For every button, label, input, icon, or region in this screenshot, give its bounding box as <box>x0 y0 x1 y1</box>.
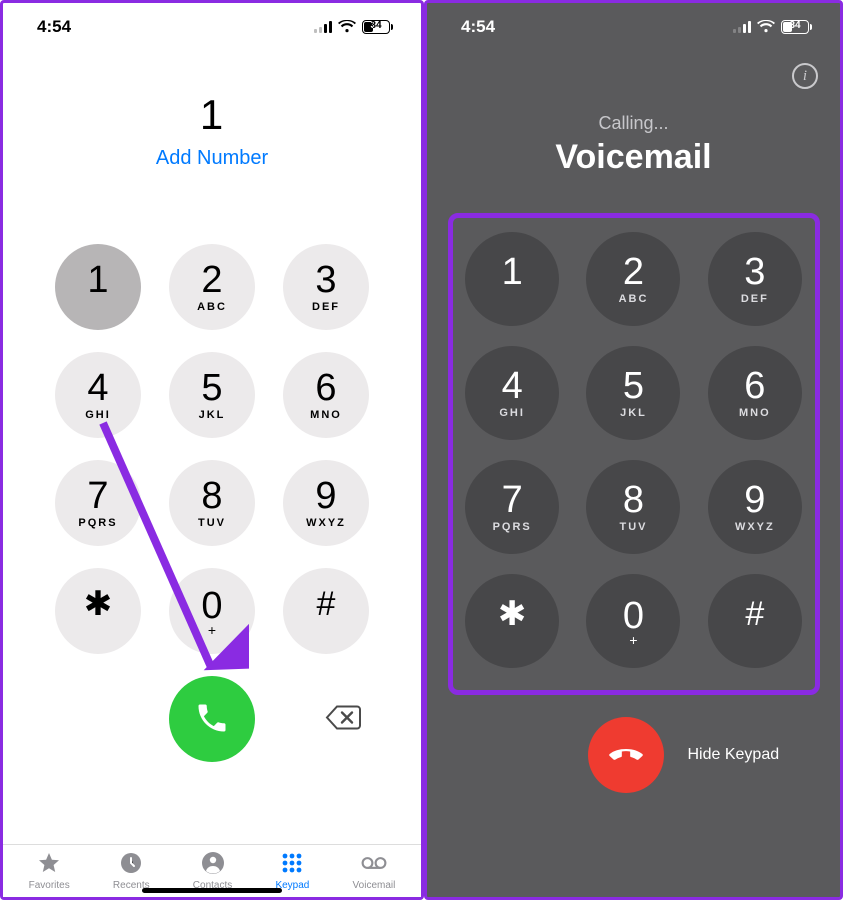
dialer-screen: 4:54 34 1 Add Number 1 2ABC 3DEF 4GHI 5J… <box>0 0 424 900</box>
cellular-signal-icon <box>314 21 332 33</box>
key-6[interactable]: 6MNO <box>708 346 802 440</box>
star-icon <box>36 851 62 878</box>
home-indicator <box>142 888 282 893</box>
phone-down-icon <box>606 734 646 777</box>
incall-screen: 4:54 34 i Calling... Voicemail 1 2ABC 3D… <box>424 0 843 900</box>
callee-name: Voicemail <box>427 138 840 177</box>
call-status: Calling... <box>427 113 840 134</box>
status-icons: 34 <box>314 20 393 34</box>
key-6[interactable]: 6MNO <box>283 352 369 438</box>
hide-keypad-button[interactable]: Hide Keypad <box>688 746 798 764</box>
delete-button[interactable] <box>325 704 363 735</box>
clock-icon <box>118 851 144 878</box>
voicemail-icon <box>361 851 387 878</box>
dialer-display: 1 Add Number <box>3 91 421 170</box>
key-0[interactable]: 0+ <box>169 568 255 654</box>
key-5[interactable]: 5JKL <box>586 346 680 440</box>
phone-icon <box>194 700 230 739</box>
info-button[interactable]: i <box>792 63 818 89</box>
key-2[interactable]: 2ABC <box>586 232 680 326</box>
key-2[interactable]: 2ABC <box>169 244 255 330</box>
key-star[interactable]: ✱ <box>465 574 559 668</box>
status-bar: 4:54 34 <box>3 3 421 41</box>
key-7[interactable]: 7PQRS <box>465 460 559 554</box>
key-3[interactable]: 3DEF <box>283 244 369 330</box>
key-1[interactable]: 1 <box>55 244 141 330</box>
key-4[interactable]: 4GHI <box>465 346 559 440</box>
incall-keypad: 1 2ABC 3DEF 4GHI 5JKL 6MNO 7PQRS 8TUV 9W… <box>448 213 820 695</box>
status-bar: 4:54 34 <box>427 3 840 41</box>
wifi-icon <box>338 20 356 34</box>
key-3[interactable]: 3DEF <box>708 232 802 326</box>
status-time: 4:54 <box>461 17 495 37</box>
call-row <box>3 676 421 762</box>
key-hash[interactable]: # <box>708 574 802 668</box>
end-call-button[interactable] <box>588 717 664 793</box>
key-9[interactable]: 9WXYZ <box>283 460 369 546</box>
key-5[interactable]: 5JKL <box>169 352 255 438</box>
key-1[interactable]: 1 <box>465 232 559 326</box>
add-number-button[interactable]: Add Number <box>156 147 268 170</box>
key-8[interactable]: 8TUV <box>169 460 255 546</box>
wifi-icon <box>757 20 775 34</box>
incall-actions: Hide Keypad <box>427 717 840 793</box>
call-header: Calling... Voicemail <box>427 113 840 177</box>
person-circle-icon <box>200 851 226 878</box>
battery-icon: 34 <box>781 20 812 34</box>
key-7[interactable]: 7PQRS <box>55 460 141 546</box>
info-icon: i <box>803 68 807 85</box>
status-icons: 34 <box>733 20 812 34</box>
key-9[interactable]: 9WXYZ <box>708 460 802 554</box>
key-hash[interactable]: # <box>283 568 369 654</box>
key-4[interactable]: 4GHI <box>55 352 141 438</box>
key-8[interactable]: 8TUV <box>586 460 680 554</box>
dialed-number: 1 <box>3 91 421 139</box>
cellular-signal-icon <box>733 21 751 33</box>
keypad-icon <box>279 851 305 878</box>
battery-icon: 34 <box>362 20 393 34</box>
backspace-icon <box>325 720 363 735</box>
key-star[interactable]: ✱ <box>55 568 141 654</box>
dialer-keypad: 1 2ABC 3DEF 4GHI 5JKL 6MNO 7PQRS 8TUV 9W… <box>52 244 372 654</box>
key-0[interactable]: 0+ <box>586 574 680 668</box>
status-time: 4:54 <box>37 17 71 37</box>
call-button[interactable] <box>169 676 255 762</box>
